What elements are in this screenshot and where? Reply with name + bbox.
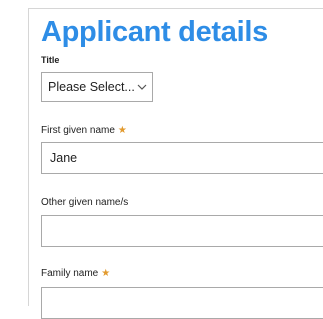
family-name-label-text: Family name bbox=[41, 268, 99, 279]
required-star-icon: ★ bbox=[101, 268, 111, 279]
other-given-names-input[interactable] bbox=[41, 215, 323, 247]
first-given-name-label-text: First given name bbox=[41, 125, 115, 136]
first-given-name-value: Jane bbox=[50, 151, 78, 165]
title-label: Title bbox=[41, 55, 60, 65]
title-select-value: Please Select... bbox=[48, 80, 135, 94]
other-given-names-label: Other given name/s bbox=[41, 197, 129, 208]
page-title: Applicant details bbox=[41, 16, 268, 48]
title-select[interactable]: Please Select... bbox=[41, 72, 153, 102]
first-given-name-label: First given name ★ bbox=[41, 125, 127, 137]
first-given-name-input[interactable]: Jane bbox=[41, 142, 323, 174]
required-star-icon: ★ bbox=[117, 125, 127, 136]
chevron-down-icon bbox=[137, 84, 147, 90]
family-name-label: Family name ★ bbox=[41, 268, 110, 280]
family-name-input[interactable] bbox=[41, 287, 323, 319]
